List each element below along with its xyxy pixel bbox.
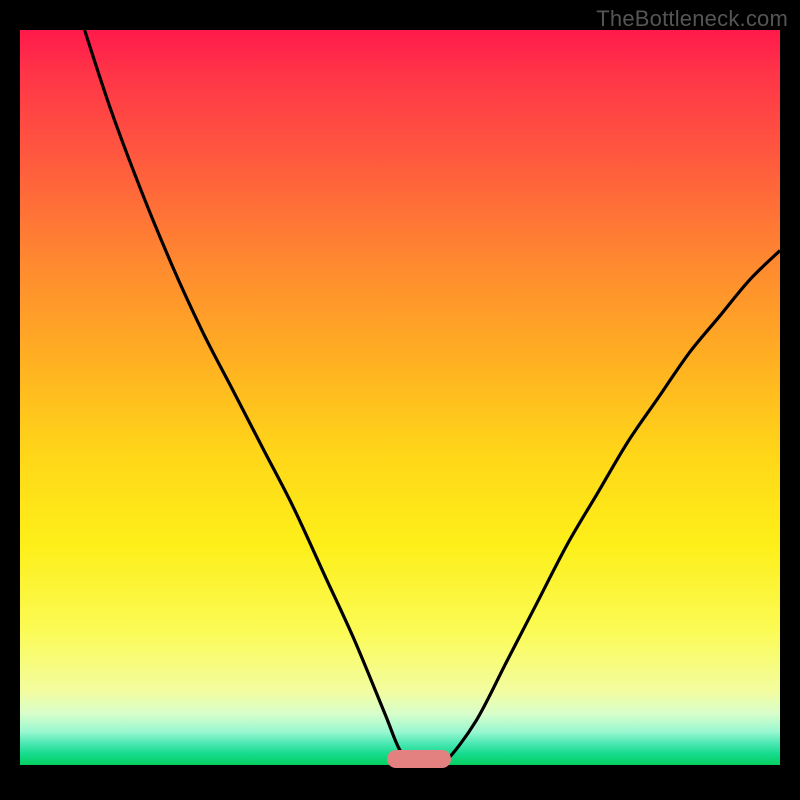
bottleneck-curve-path [85,30,780,765]
bottleneck-curve [20,30,780,765]
chart-plot-area [20,30,780,765]
app-frame: TheBottleneck.com [0,0,800,800]
watermark-text: TheBottleneck.com [596,6,788,32]
optimal-marker [387,750,451,768]
bottom-black-border [0,765,800,800]
